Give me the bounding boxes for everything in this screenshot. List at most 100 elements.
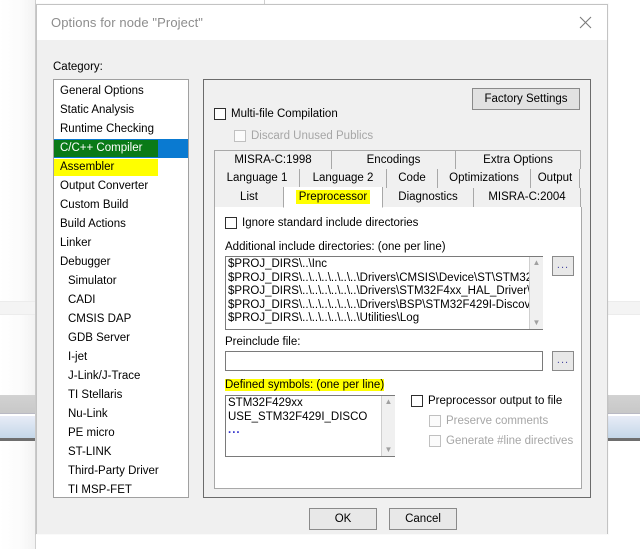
category-item-build-actions[interactable]: Build Actions — [54, 215, 188, 234]
discard-unused-publics-box — [234, 130, 246, 142]
preinclude-file-input[interactable] — [225, 351, 543, 371]
preprocessor-output-to-file-checkbox[interactable]: Preprocessor output to file — [411, 395, 562, 407]
generate-line-directives-label: Generate #line directives — [446, 435, 574, 447]
additional-includes-scrollbar[interactable]: ▲ ▼ — [529, 257, 543, 329]
category-item-i-jet[interactable]: I-jet — [54, 348, 188, 367]
category-item-general-options[interactable]: General Options — [54, 82, 188, 101]
category-item-pe-micro[interactable]: PE micro — [54, 424, 188, 443]
tab-extra-options[interactable]: Extra Options — [455, 150, 581, 169]
additional-includes-textarea[interactable]: $PROJ_DIRS\..\Inc $PROJ_DIRS\..\..\..\..… — [225, 256, 543, 330]
tab-label: Encodings — [366, 154, 421, 166]
tab-label: List — [240, 191, 258, 203]
category-item-output-converter[interactable]: Output Converter — [54, 177, 188, 196]
category-item-simulator[interactable]: Simulator — [54, 272, 188, 291]
category-item-label: I-jet — [68, 351, 88, 363]
multi-file-compilation-label: Multi-file Compilation — [231, 108, 338, 120]
category-item-st-link[interactable]: ST-LINK — [54, 443, 188, 462]
category-item-label: TI Stellaris — [68, 389, 123, 401]
category-item-label: Static Analysis — [60, 104, 135, 116]
category-item-label: CADI — [68, 294, 96, 306]
category-item-nu-link[interactable]: Nu-Link — [54, 405, 188, 424]
category-item-label: ST-LINK — [68, 446, 112, 458]
defined-symbol-line: STM32F429xx — [228, 397, 303, 409]
category-item-label: GDB Server — [68, 332, 130, 344]
tab-language-2[interactable]: Language 2 — [299, 169, 387, 188]
category-item-runtime-checking[interactable]: Runtime Checking — [54, 120, 188, 139]
tab-misra-c-1998[interactable]: MISRA-C:1998 — [214, 150, 332, 169]
tab-label: Language 2 — [312, 172, 374, 184]
discard-unused-publics-checkbox: Discard Unused Publics — [234, 130, 373, 142]
defined-symbols-textarea[interactable]: STM32F429xx USE_STM32F429I_DISCO... — [225, 395, 395, 457]
category-item-label: Simulator — [68, 275, 117, 287]
tab-encodings[interactable]: Encodings — [331, 150, 456, 169]
category-item-cmsis-dap[interactable]: CMSIS DAP — [54, 310, 188, 329]
multi-file-compilation-checkbox[interactable]: Multi-file Compilation — [214, 108, 338, 120]
preinclude-file-browse-button[interactable]: ... — [552, 351, 574, 371]
category-item-label: Runtime Checking — [60, 123, 154, 135]
ignore-standard-includes-box[interactable] — [225, 217, 237, 229]
preprocessor-output-to-file-box[interactable] — [411, 395, 423, 407]
close-icon[interactable] — [563, 5, 607, 40]
tab-label: Language 1 — [226, 172, 288, 184]
dialog-title-bar: Options for node "Project" — [37, 5, 607, 41]
tab-row-2: Language 1 Language 2 Code Optimizations Out… — [214, 169, 582, 188]
dialog-title: Options for node "Project" — [51, 15, 204, 30]
tab-label: Optimizations — [449, 172, 519, 184]
category-item-label: TI MSP-FET — [68, 484, 132, 496]
category-item-cadi[interactable]: CADI — [54, 291, 188, 310]
category-item-label: J-Link/J-Trace — [68, 370, 141, 382]
tab-code[interactable]: Code — [386, 169, 438, 188]
scroll-up-icon[interactable]: ▲ — [385, 396, 393, 408]
tab-label: MISRA-C:1998 — [234, 154, 312, 166]
scroll-down-icon[interactable]: ▼ — [533, 317, 541, 329]
tab-misra-c-2004[interactable]: MISRA-C:2004 — [473, 188, 581, 207]
defined-symbol-line: USE_STM32F429I_DISCO — [228, 410, 368, 423]
tab-diagnostics[interactable]: Diagnostics — [382, 188, 474, 207]
category-item-gdb-server[interactable]: GDB Server — [54, 329, 188, 348]
background-left-panel — [0, 0, 36, 549]
factory-settings-button[interactable]: Factory Settings — [472, 88, 580, 110]
additional-includes-label: Additional include directories: (one per… — [225, 241, 446, 253]
ignore-standard-includes-checkbox[interactable]: Ignore standard include directories — [225, 217, 418, 229]
category-item-label: Linker — [60, 237, 92, 249]
tab-language-1[interactable]: Language 1 — [214, 169, 300, 188]
preprocessor-output-to-file-label: Preprocessor output to file — [428, 395, 563, 407]
tab-label: Extra Options — [483, 154, 553, 166]
category-item-ti-msp-fet[interactable]: TI MSP-FET — [54, 481, 188, 497]
tab-list[interactable]: List — [214, 188, 284, 207]
multi-file-compilation-box[interactable] — [214, 108, 226, 120]
options-dialog: Options for node "Project" Category: Gen… — [36, 4, 608, 534]
tab-optimizations[interactable]: Optimizations — [437, 169, 531, 188]
tab-output[interactable]: Output — [530, 169, 580, 188]
scroll-down-icon[interactable]: ▼ — [385, 444, 393, 456]
generate-line-directives-checkbox: Generate #line directives — [429, 435, 573, 447]
category-item-custom-build[interactable]: Custom Build — [54, 196, 188, 215]
defined-symbols-label-text: Defined symbols: (one per line) — [225, 379, 385, 391]
tab-preprocessor[interactable]: Preprocessor — [283, 187, 383, 208]
preprocessor-tab-page: Ignore standard include directories Addi… — [214, 207, 582, 489]
compiler-options-group: Factory Settings Multi-file Compilation … — [203, 79, 591, 498]
category-item-label: General Options — [60, 85, 144, 97]
tab-label: Code — [398, 172, 426, 184]
preserve-comments-checkbox: Preserve comments — [429, 415, 548, 427]
category-item-label: PE micro — [68, 427, 115, 439]
cancel-button[interactable]: Cancel — [389, 508, 457, 530]
tab-label: Diagnostics — [398, 191, 458, 203]
additional-includes-browse-button[interactable]: ... — [552, 256, 574, 276]
category-item-linker[interactable]: Linker — [54, 234, 188, 253]
defined-symbols-scrollbar[interactable]: ▲ ▼ — [381, 396, 395, 456]
category-item-assembler[interactable]: Assembler — [54, 158, 188, 177]
category-item-ti-stellaris[interactable]: TI Stellaris — [54, 386, 188, 405]
scroll-up-icon[interactable]: ▲ — [533, 257, 541, 269]
ignore-standard-includes-label: Ignore standard include directories — [242, 217, 419, 229]
category-item-debugger[interactable]: Debugger — [54, 253, 188, 272]
tab-label: Preprocessor — [295, 190, 371, 204]
category-item-third-party-driver[interactable]: Third-Party Driver — [54, 462, 188, 481]
category-item-label: Third-Party Driver — [68, 465, 159, 477]
category-item-c-c-compiler[interactable]: C/C++ Compiler — [54, 139, 188, 158]
category-item-j-link-j-trace[interactable]: J-Link/J-Trace — [54, 367, 188, 386]
category-item-static-analysis[interactable]: Static Analysis — [54, 101, 188, 120]
category-list[interactable]: General Options Static Analysis Runtime Ch… — [53, 79, 189, 498]
preinclude-file-label: Preinclude file: — [225, 336, 301, 348]
ok-button[interactable]: OK — [309, 508, 377, 530]
